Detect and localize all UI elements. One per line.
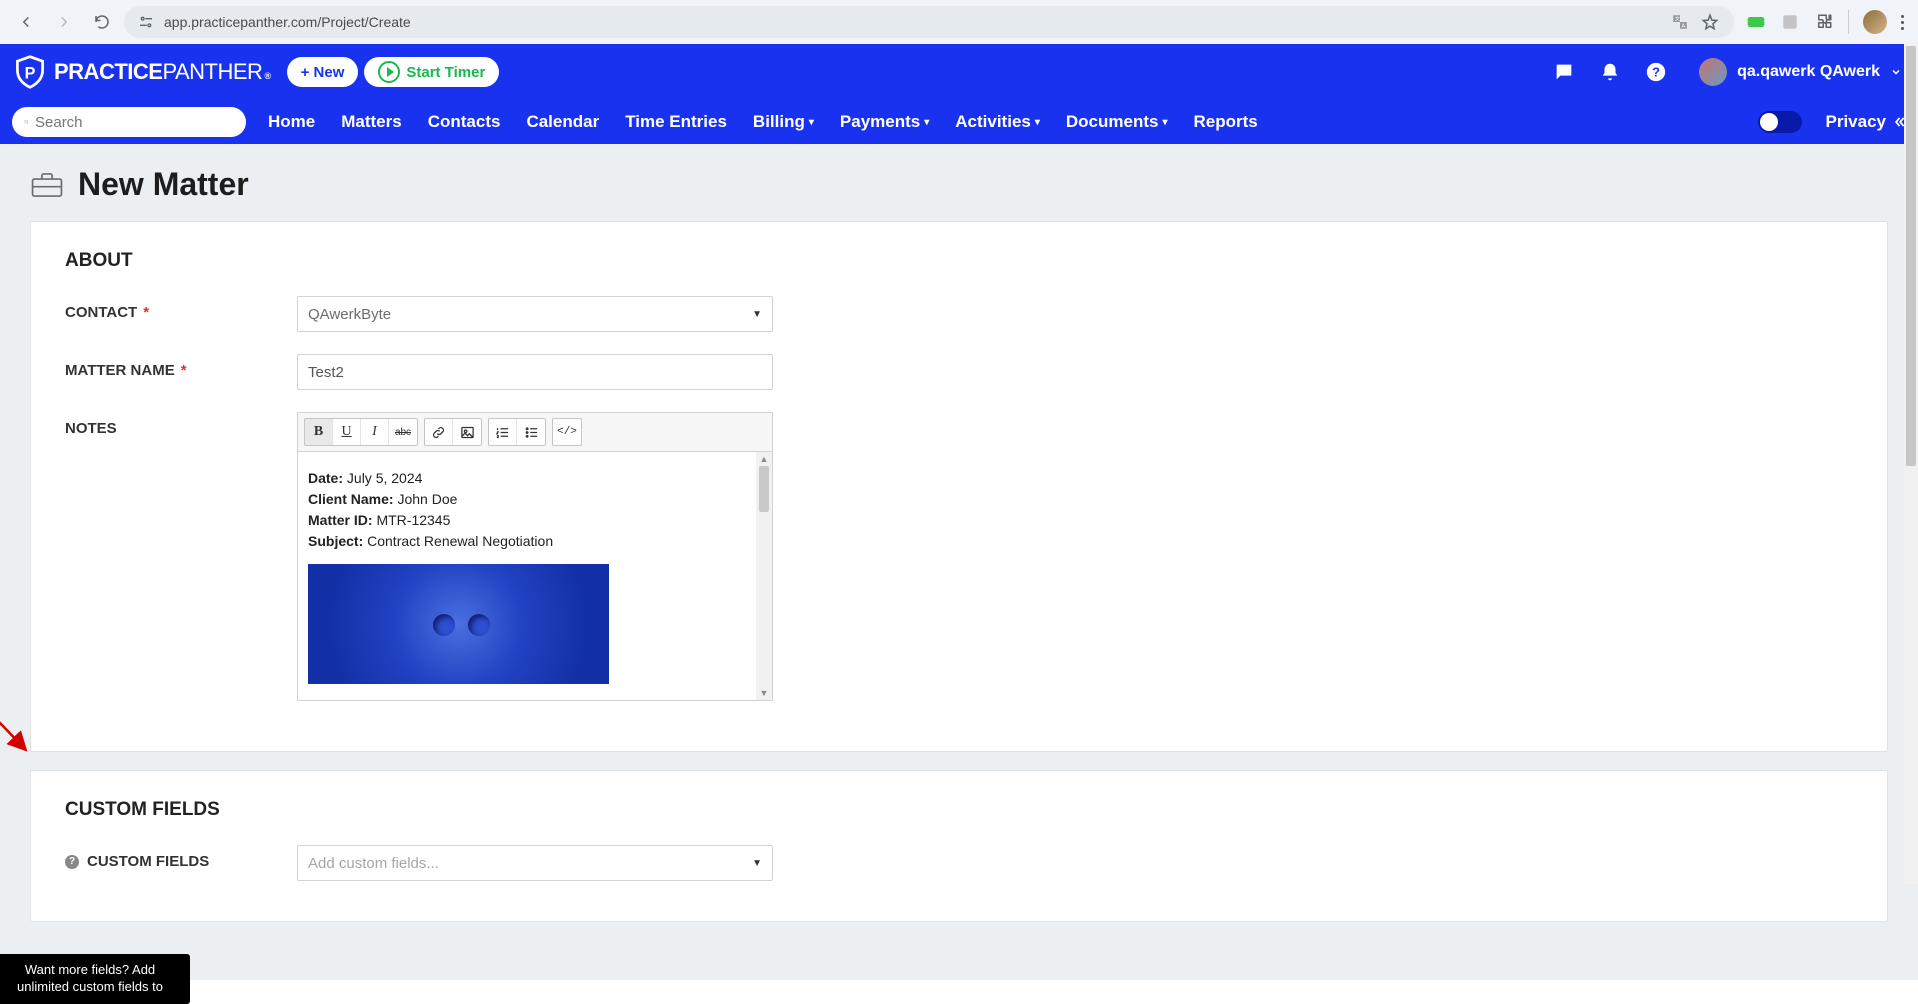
rte-ul-button[interactable] bbox=[517, 419, 545, 445]
rte-link-button[interactable] bbox=[425, 419, 453, 445]
new-button[interactable]: + New bbox=[287, 57, 359, 87]
rte-bold-button[interactable]: B bbox=[305, 419, 333, 445]
reload-icon[interactable] bbox=[92, 12, 112, 32]
back-icon[interactable] bbox=[16, 12, 36, 32]
nav-billing[interactable]: Billing▾ bbox=[753, 112, 814, 132]
scroll-up-icon[interactable]: ▲ bbox=[760, 454, 769, 464]
extension-icon-2[interactable] bbox=[1780, 12, 1800, 32]
nav-home[interactable]: Home bbox=[268, 112, 315, 132]
rte-image-button[interactable] bbox=[453, 419, 481, 445]
help-bubble-icon[interactable]: ? bbox=[65, 855, 79, 869]
chevron-down-icon: ▾ bbox=[809, 117, 814, 128]
rte-scrollbar[interactable]: ▲ ▼ bbox=[756, 452, 772, 700]
contact-label: CONTACT* bbox=[65, 296, 297, 321]
logo[interactable]: P PRACTICEPANTHER® bbox=[12, 54, 271, 90]
matter-name-label: MATTER NAME* bbox=[65, 354, 297, 379]
url-text: app.practicepanther.com/Project/Create bbox=[164, 14, 411, 30]
about-panel: ABOUT CONTACT* QAwerkByte ▼ MATTER NAME* bbox=[30, 221, 1888, 752]
briefcase-icon bbox=[30, 171, 64, 199]
translate-icon[interactable]: 文A bbox=[1670, 12, 1690, 32]
main-nav: Home Matters Contacts Calendar Time Entr… bbox=[268, 112, 1258, 132]
nav-activities[interactable]: Activities▾ bbox=[955, 112, 1040, 132]
page-title-row: New Matter bbox=[30, 160, 1888, 203]
chat-icon[interactable] bbox=[1553, 61, 1575, 83]
site-info-icon[interactable] bbox=[138, 14, 154, 30]
matter-name-input[interactable] bbox=[297, 354, 773, 390]
svg-text:P: P bbox=[25, 64, 36, 82]
chevron-down-icon bbox=[1890, 66, 1902, 78]
custom-fields-label: ? CUSTOM FIELDS bbox=[65, 845, 297, 870]
rte-content[interactable]: Date: July 5, 2024 Client Name: John Doe… bbox=[298, 452, 756, 700]
notes-editor: B U I abc bbox=[297, 412, 773, 701]
custom-fields-select[interactable]: Add custom fields... ▼ bbox=[297, 845, 773, 881]
profile-avatar[interactable] bbox=[1863, 10, 1887, 34]
chevron-down-icon: ▾ bbox=[1162, 117, 1167, 128]
puzzle-icon[interactable] bbox=[1814, 12, 1834, 32]
custom-fields-heading: CUSTOM FIELDS bbox=[65, 799, 1853, 821]
nav-documents[interactable]: Documents▾ bbox=[1066, 112, 1168, 132]
scroll-down-icon[interactable]: ▼ bbox=[760, 688, 769, 698]
privacy-toggle[interactable] bbox=[1758, 111, 1802, 133]
rte-strike-button[interactable]: abc bbox=[389, 419, 417, 445]
nav-contacts[interactable]: Contacts bbox=[428, 112, 501, 132]
privacy-link[interactable]: Privacy bbox=[1826, 112, 1907, 132]
extension-icon[interactable] bbox=[1746, 12, 1766, 32]
logo-text: PRACTICEPANTHER® bbox=[54, 59, 271, 85]
page-scrollbar[interactable] bbox=[1904, 44, 1918, 884]
scroll-thumb[interactable] bbox=[759, 466, 769, 512]
chevron-down-icon: ▾ bbox=[924, 117, 929, 128]
rte-code-button[interactable]: </> bbox=[553, 419, 581, 445]
browser-menu-icon[interactable] bbox=[1901, 15, 1904, 30]
page-scroll-thumb[interactable] bbox=[1906, 46, 1916, 466]
page-title: New Matter bbox=[78, 166, 249, 203]
play-icon bbox=[378, 61, 400, 83]
rte-italic-button[interactable]: I bbox=[361, 419, 389, 445]
bell-icon[interactable] bbox=[1599, 61, 1621, 83]
browser-chrome: app.practicepanther.com/Project/Create 文… bbox=[0, 0, 1918, 44]
caret-down-icon: ▼ bbox=[752, 858, 762, 869]
custom-fields-tooltip: Want more fields? Add unlimited custom f… bbox=[0, 954, 190, 1004]
logo-shield-icon: P bbox=[12, 54, 48, 90]
nav-payments[interactable]: Payments▾ bbox=[840, 112, 929, 132]
help-icon[interactable]: ? bbox=[1645, 61, 1667, 83]
contact-select[interactable]: QAwerkByte ▼ bbox=[297, 296, 773, 332]
nav-reports[interactable]: Reports bbox=[1194, 112, 1258, 132]
search-input[interactable] bbox=[12, 107, 246, 137]
forward-icon bbox=[54, 12, 74, 32]
nav-calendar[interactable]: Calendar bbox=[526, 112, 599, 132]
chevron-down-icon: ▾ bbox=[1035, 117, 1040, 128]
rte-underline-button[interactable]: U bbox=[333, 419, 361, 445]
rte-toolbar: B U I abc bbox=[298, 413, 772, 452]
embedded-image bbox=[308, 564, 609, 684]
user-menu[interactable]: qa.qawerk QAwerk bbox=[1699, 58, 1902, 86]
page-body: New Matter ABOUT CONTACT* QAwerkByte ▼ M… bbox=[0, 144, 1918, 980]
user-avatar-icon bbox=[1699, 58, 1727, 86]
nav-time-entries[interactable]: Time Entries bbox=[625, 112, 727, 132]
search-icon bbox=[24, 115, 29, 129]
about-heading: ABOUT bbox=[65, 250, 1853, 272]
caret-down-icon: ▼ bbox=[752, 309, 762, 320]
svg-text:A: A bbox=[1682, 23, 1686, 29]
nav-matters[interactable]: Matters bbox=[341, 112, 401, 132]
custom-fields-panel: CUSTOM FIELDS ? CUSTOM FIELDS Add custom… bbox=[30, 770, 1888, 922]
app-header: P PRACTICEPANTHER® + New Start Timer ? bbox=[0, 44, 1918, 144]
star-icon[interactable] bbox=[1700, 12, 1720, 32]
rte-ol-button[interactable] bbox=[489, 419, 517, 445]
svg-text:?: ? bbox=[1652, 65, 1660, 80]
address-bar[interactable]: app.practicepanther.com/Project/Create 文… bbox=[124, 6, 1734, 38]
notes-label: NOTES bbox=[65, 412, 297, 437]
start-timer-button[interactable]: Start Timer bbox=[364, 57, 499, 87]
